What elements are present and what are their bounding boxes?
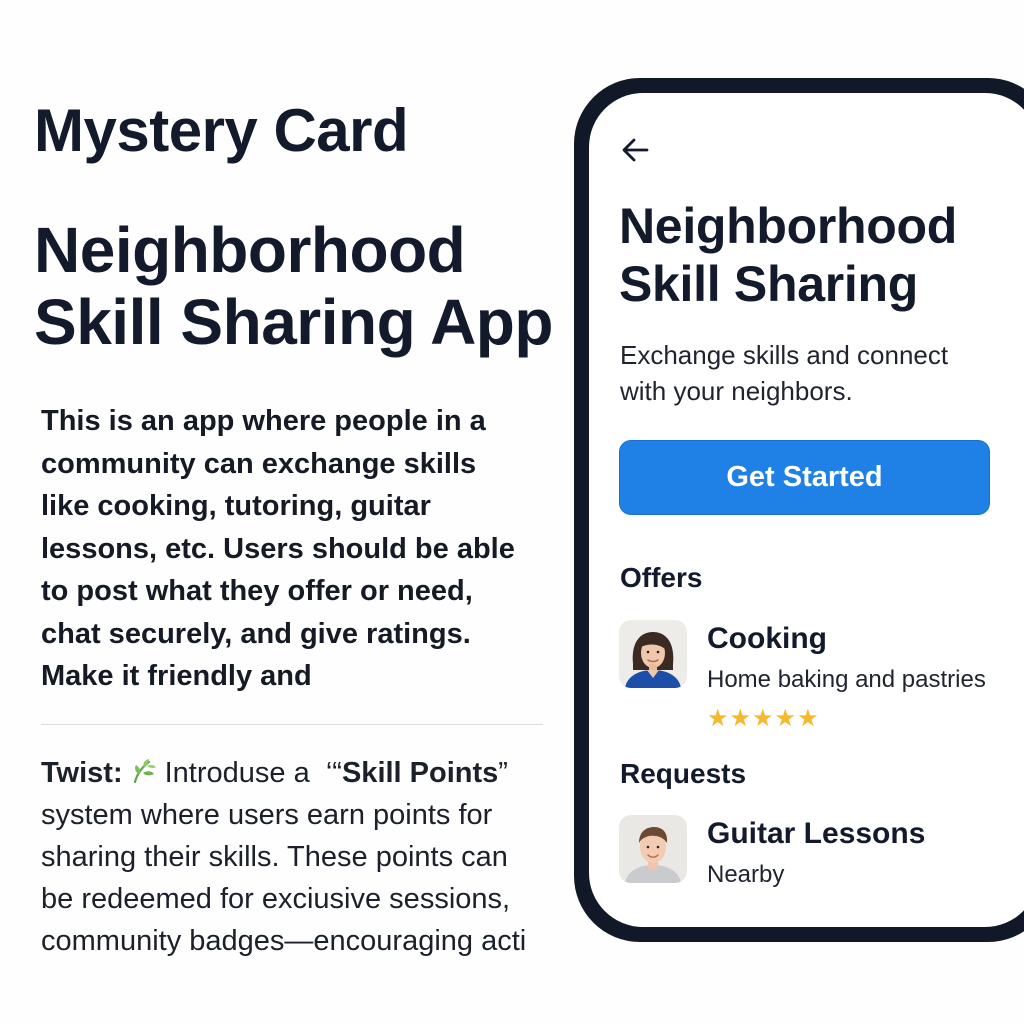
app-subtitle: Exchange skills and connect with your ne…	[620, 337, 948, 409]
man-avatar	[619, 815, 687, 883]
offer-item-cooking[interactable]: Cooking Home baking and pastries ★★★★★	[619, 620, 1024, 732]
card-label: Mystery Card	[34, 97, 409, 164]
brief-line: community can exchange skills	[41, 447, 477, 480]
twist-intro: Introduse a	[164, 757, 310, 789]
request-title: Guitar Lessons	[707, 817, 926, 850]
brief-line: to post what they offer or need,	[41, 575, 473, 607]
arrow-left-icon[interactable]	[619, 133, 653, 167]
leaf-icon	[133, 759, 156, 784]
twist-quote-close: ”	[498, 757, 508, 789]
brief-line: This is an app where people in a	[41, 405, 486, 437]
woman-avatar	[619, 620, 687, 688]
app-subtitle-line: Exchange skills and connect	[620, 340, 949, 370]
app-title: Neighborhood Skill Sharing	[619, 197, 957, 313]
app-subtitle-line: with your neighbors.	[620, 376, 853, 406]
brief-line: like cooking, tutoring, guitar	[41, 490, 431, 522]
twist-line: system where users earn points for	[41, 799, 493, 831]
app-title-line: Skill Sharing	[619, 256, 918, 312]
mystery-card-panel: Mystery Card Neighborhood Skill Sharing …	[0, 0, 600, 1024]
star-rating: ★★★★★	[707, 705, 820, 732]
divider	[41, 724, 543, 725]
twist-label: Twist:	[41, 757, 123, 789]
request-item-guitar-lessons[interactable]: Guitar Lessons Nearby	[619, 815, 1024, 895]
offer-title: Cooking	[707, 622, 827, 655]
card-title-line: Neighborhood	[34, 214, 466, 286]
twist-line: community badges—encouraging acti	[41, 925, 527, 957]
requests-heading: Requests	[620, 758, 747, 789]
get-started-button[interactable]: Get Started	[619, 440, 990, 515]
offer-description: Home baking and pastries	[707, 666, 986, 693]
twist-quote-open: ‘“	[325, 757, 342, 789]
brief-line: lessons, etc. Users should be able	[41, 532, 515, 565]
twist-section: Twist: Introduse a ‘“Skill Points” syste…	[41, 752, 601, 962]
twist-highlight: Skill Points	[341, 757, 499, 789]
card-title-line: Skill Sharing App	[34, 286, 553, 358]
twist-line: Twist: Introduse a ‘“Skill Points”	[41, 752, 601, 794]
offers-heading: Offers	[620, 562, 703, 593]
phone-screen: Neighborhood Skill Sharing Exchange skil…	[589, 93, 1024, 927]
app-title-line: Neighborhood	[619, 198, 958, 254]
card-title: Neighborhood Skill Sharing App	[34, 214, 594, 358]
twist-line: be redeemed for exciusive sessions,	[41, 883, 511, 915]
brief-line: Make it friendly and	[41, 660, 312, 692]
card-brief: This is an app where people in a communi…	[41, 400, 581, 698]
request-description: Nearby	[707, 861, 785, 888]
brief-line: chat securely, and give ratings.	[41, 617, 471, 650]
twist-line: sharing their skills. These points can	[41, 841, 508, 873]
